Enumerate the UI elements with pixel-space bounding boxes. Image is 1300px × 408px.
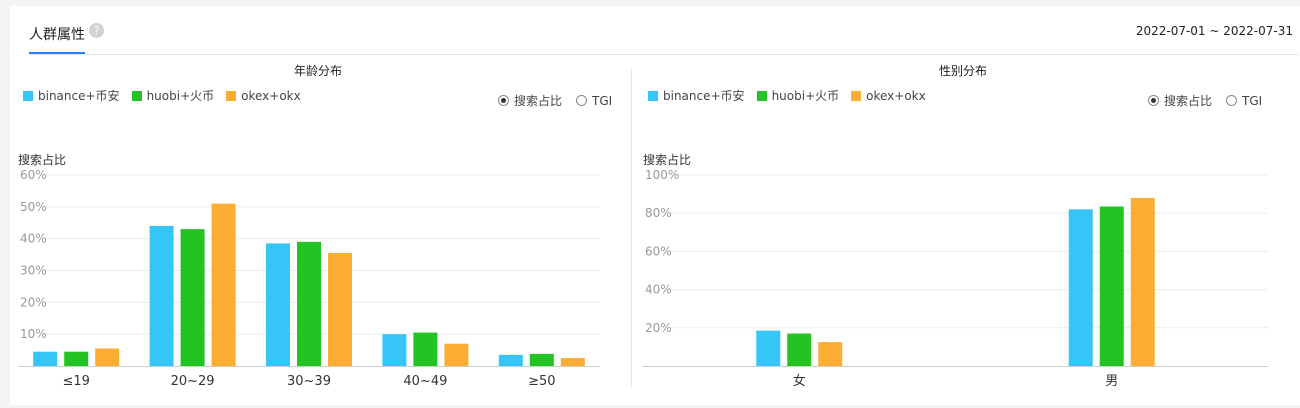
legend-swatch: [648, 90, 658, 101]
legend-item-binance[interactable]: binance+币安: [23, 87, 120, 104]
radio-label: 搜索占比: [514, 94, 563, 108]
question-circle-icon[interactable]: ?: [89, 23, 104, 38]
legend-label: binance+币安: [38, 89, 120, 103]
legend-label: huobi+火币: [771, 89, 840, 103]
radio-label: 搜索占比: [1164, 94, 1213, 108]
legend-item-huobi[interactable]: huobi+火币: [756, 87, 840, 104]
radio-label: TGI: [1242, 93, 1263, 108]
y-axis-label: 搜索占比: [643, 153, 692, 167]
chart-title: 年龄分布: [293, 64, 342, 78]
legend-swatch: [226, 90, 237, 101]
legend-label: huobi+火币: [146, 89, 215, 103]
y-axis-label: 搜索占比: [18, 153, 67, 167]
metric-radio-group: 搜索占比 TGI: [498, 92, 612, 109]
legend-swatch: [756, 90, 767, 101]
panel-divider: [631, 68, 632, 388]
legend-swatch: [131, 90, 142, 101]
radio-tgi[interactable]: TGI: [1226, 92, 1262, 109]
legend-label: binance+币安: [663, 89, 745, 103]
radio-dot-icon: [576, 95, 588, 106]
chart-legend: binance+币安 huobi+火币 okex+okx: [648, 87, 926, 104]
metric-radio-group: 搜索占比 TGI: [1148, 92, 1262, 109]
radio-dot-icon: [1148, 95, 1159, 106]
radio-label: TGI: [592, 93, 613, 108]
radio-search-share[interactable]: 搜索占比: [498, 92, 562, 109]
legend-swatch: [851, 90, 862, 101]
tab-crowd-attributes[interactable]: 人群属性: [29, 16, 85, 54]
radio-dot-icon: [498, 95, 509, 106]
chart-panel-1: 性别分布 binance+币安 huobi+火币 okex+okx 搜索占比 TGI 搜索占…: [643, 54, 1283, 394]
legend-item-binance[interactable]: binance+币安: [648, 87, 745, 104]
legend-item-huobi[interactable]: huobi+火币: [131, 87, 215, 104]
chart-legend: binance+币安 huobi+火币 okex+okx: [23, 87, 301, 104]
tab-label: 人群属性: [29, 27, 85, 43]
tab-bar: 人群属性 ? 2022-07-01 ~ 2022-07-31: [29, 6, 1299, 55]
radio-tgi[interactable]: TGI: [576, 92, 612, 109]
legend-swatch: [23, 90, 33, 101]
legend-label: okex+okx: [866, 88, 926, 103]
date-range[interactable]: 2022-07-01 ~ 2022-07-31: [1136, 24, 1293, 38]
radio-dot-icon: [1226, 95, 1238, 106]
legend-item-okex[interactable]: okex+okx: [226, 87, 301, 104]
chart-panel-0: 年龄分布 binance+币安 huobi+火币 okex+okx 搜索占比 TGI 搜索占…: [18, 54, 618, 394]
legend-item-okex[interactable]: okex+okx: [851, 87, 926, 104]
radio-search-share[interactable]: 搜索占比: [1148, 92, 1212, 109]
legend-label: okex+okx: [241, 88, 301, 103]
chart-title: 性别分布: [938, 64, 987, 78]
